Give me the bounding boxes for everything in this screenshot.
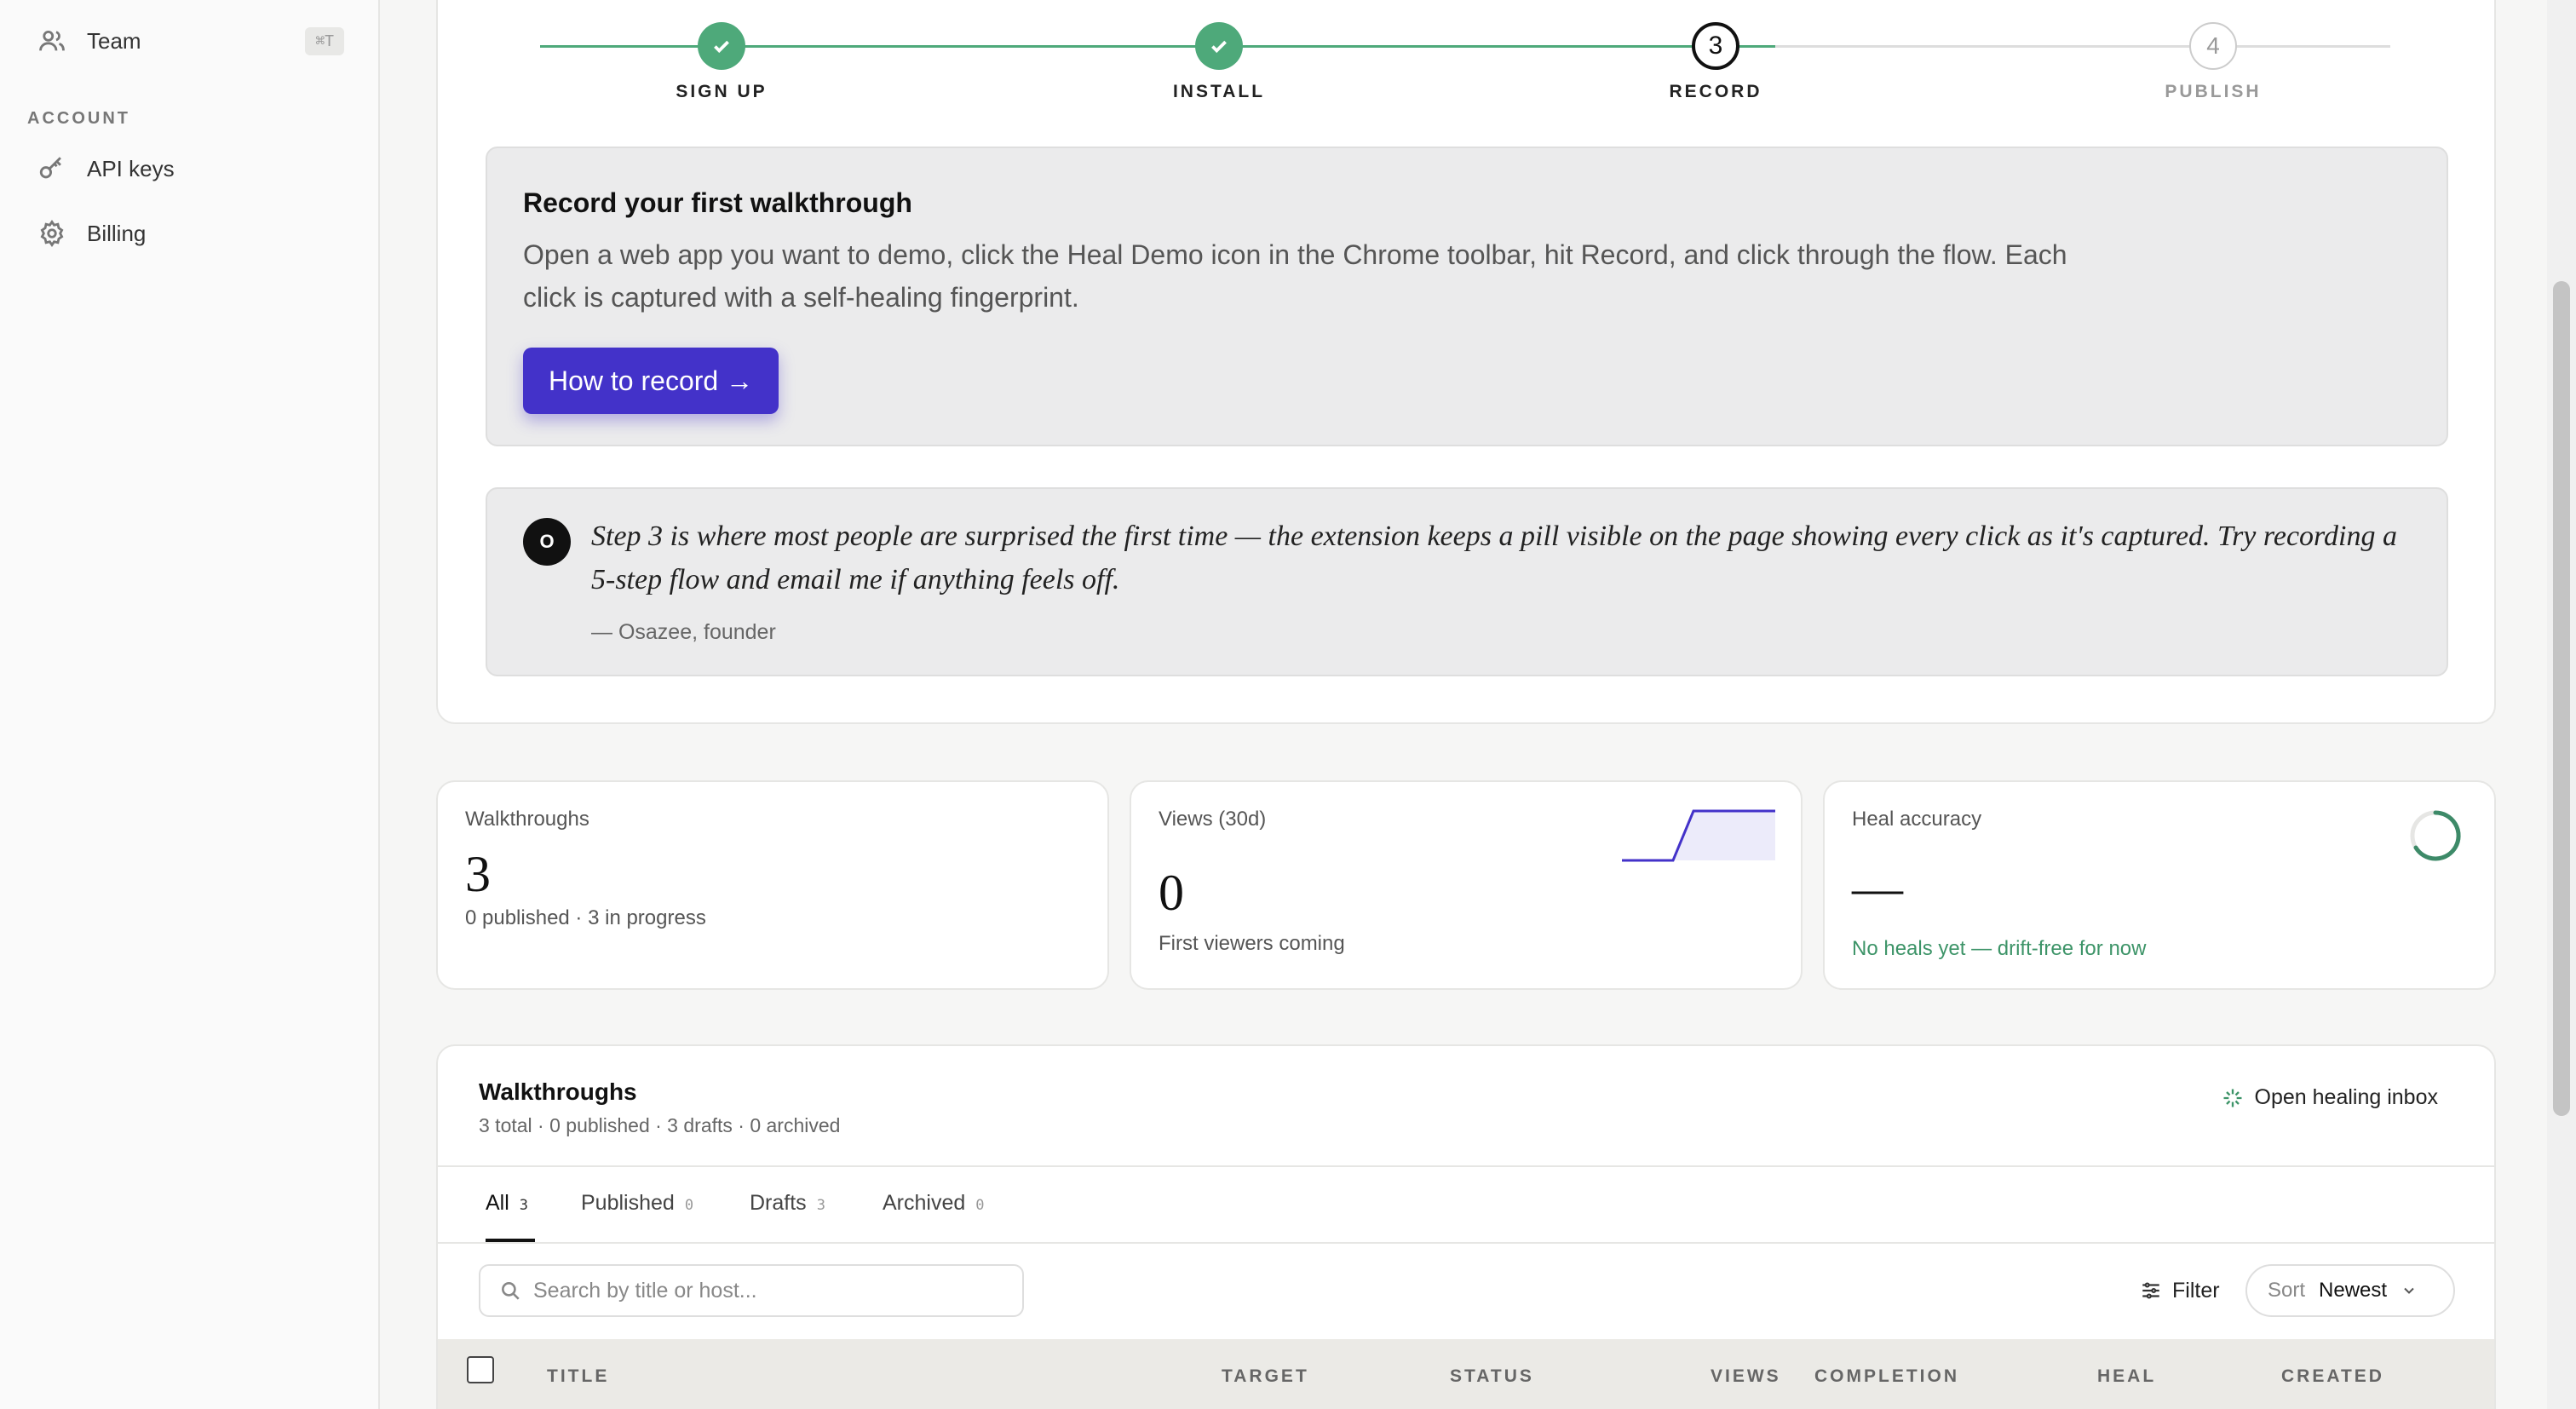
tab-count: 0 <box>684 1197 694 1214</box>
stat-sub: 0 published · 3 in progress <box>465 906 706 929</box>
stat-sub: No heals yet — drift-free for now <box>1852 937 2147 960</box>
tab-label: Published <box>581 1191 675 1215</box>
scrollbar[interactable] <box>2547 0 2576 1409</box>
step-4-label: PUBLISH <box>2165 82 2262 101</box>
select-all-checkbox[interactable] <box>467 1356 494 1383</box>
tab-count: 3 <box>816 1197 825 1214</box>
walkthroughs-panel: Walkthroughs 3 total · 0 published · 3 d… <box>436 1044 2496 1409</box>
filter-label: Filter <box>2172 1278 2220 1303</box>
stepper-remaining-line <box>1775 45 2390 48</box>
record-card-description: Open a web app you want to demo, click t… <box>523 239 2067 313</box>
sidebar-item-api-keys[interactable]: API keys <box>27 141 351 196</box>
column-status[interactable]: STATUS <box>1450 1366 1534 1387</box>
tab-published[interactable]: Published 0 <box>581 1191 693 1216</box>
sidebar: Team ⌘T ACCOUNT API keys Billing <box>0 0 380 1409</box>
table-header: TITLE TARGET STATUS VIEWS COMPLETION HEA… <box>438 1339 2494 1409</box>
stat-label: Walkthroughs <box>465 808 589 831</box>
avatar: O <box>523 518 571 566</box>
sidebar-item-label: Billing <box>87 220 147 246</box>
quote-attribution: — Osazee, founder <box>591 620 776 644</box>
tab-all[interactable]: All 3 <box>486 1191 528 1216</box>
stat-card-walkthroughs: Walkthroughs 3 0 published · 3 in progre… <box>436 780 1109 990</box>
search-box[interactable] <box>479 1264 1024 1317</box>
sort-label: Sort <box>2268 1279 2306 1302</box>
step-1-check-icon <box>698 22 745 70</box>
tab-count: 3 <box>519 1197 529 1214</box>
key-icon <box>39 157 61 179</box>
stat-card-views: Views (30d) 0 First viewers coming <box>1130 780 1803 990</box>
sidebar-item-label: Team <box>87 27 141 54</box>
record-card-title: Record your first walkthrough <box>523 187 912 218</box>
chevron-down-icon <box>2404 1287 2414 1294</box>
step-1-label: SIGN UP <box>676 82 768 101</box>
column-created[interactable]: CREATED <box>2281 1366 2384 1387</box>
sidebar-section-account: ACCOUNT <box>27 109 130 128</box>
sidebar-item-billing[interactable]: Billing <box>27 206 351 261</box>
stat-label: Heal accuracy <box>1852 808 1982 831</box>
tab-archived[interactable]: Archived 0 <box>883 1191 985 1216</box>
walkthroughs-meta: 3 total · 0 published · 3 drafts · 0 arc… <box>479 1114 841 1136</box>
search-icon <box>502 1282 520 1300</box>
column-completion[interactable]: COMPLETION <box>1814 1366 1959 1387</box>
step-2-check-icon <box>1195 22 1243 70</box>
search-input[interactable] <box>533 1278 1010 1303</box>
divider <box>438 1165 2494 1167</box>
how-to-record-button[interactable]: How to record → <box>523 348 779 414</box>
step-3-label: RECORD <box>1669 82 1762 101</box>
step-4-number: 4 <box>2189 22 2237 70</box>
column-heal[interactable]: HEAL <box>2097 1366 2156 1387</box>
step-2-label: INSTALL <box>1172 82 1266 101</box>
column-title[interactable]: TITLE <box>547 1366 609 1387</box>
walkthroughs-title: Walkthroughs <box>479 1078 637 1105</box>
users-icon <box>39 30 65 51</box>
quote-text: Step 3 is where most people are surprise… <box>591 520 2397 595</box>
shortcut-badge: ⌘T <box>305 27 344 55</box>
stat-value: 0 <box>1159 865 1184 921</box>
filter-icon <box>2142 1282 2159 1299</box>
stat-card-heal-accuracy: Heal accuracy — No heals yet — drift-fre… <box>1823 780 2496 990</box>
gear-icon <box>40 220 64 247</box>
tab-count: 0 <box>975 1197 985 1214</box>
onboarding-panel: SIGN UP INSTALL 3 RECORD 4 PUBLISH Recor… <box>436 0 2496 724</box>
tab-drafts[interactable]: Drafts 3 <box>750 1191 825 1216</box>
heal-inbox-label: Open healing inbox <box>2254 1085 2438 1109</box>
tab-label: Archived <box>883 1191 966 1215</box>
record-card: Record your first walkthrough Open a web… <box>486 147 2448 446</box>
views-sparkline <box>1622 809 1775 862</box>
column-views[interactable]: VIEWS <box>1711 1366 1781 1387</box>
sort-dropdown[interactable]: Sort Newest <box>2245 1264 2455 1317</box>
open-healing-inbox-button[interactable]: Open healing inbox <box>2221 1085 2438 1110</box>
sidebar-item-team[interactable]: Team ⌘T <box>27 14 351 68</box>
stat-value: 3 <box>465 846 491 902</box>
scrollbar-thumb[interactable] <box>2553 281 2570 1116</box>
step-3-number: 3 <box>1692 22 1739 70</box>
sidebar-item-label: API keys <box>87 155 175 181</box>
column-target[interactable]: TARGET <box>1222 1366 1309 1387</box>
tab-label: All <box>486 1191 509 1215</box>
sparkle-icon <box>2223 1089 2242 1107</box>
sort-value: Newest <box>2319 1279 2388 1302</box>
stat-value: — <box>1852 860 1903 916</box>
filter-button[interactable]: Filter <box>2130 1264 2230 1317</box>
stat-sub: First viewers coming <box>1159 932 1345 955</box>
divider <box>438 1242 2494 1244</box>
tab-label: Drafts <box>750 1191 807 1215</box>
heal-accuracy-ring-icon <box>2410 810 2461 861</box>
founder-quote: O Step 3 is where most people are surpri… <box>486 487 2448 676</box>
stat-label: Views (30d) <box>1159 808 1267 831</box>
